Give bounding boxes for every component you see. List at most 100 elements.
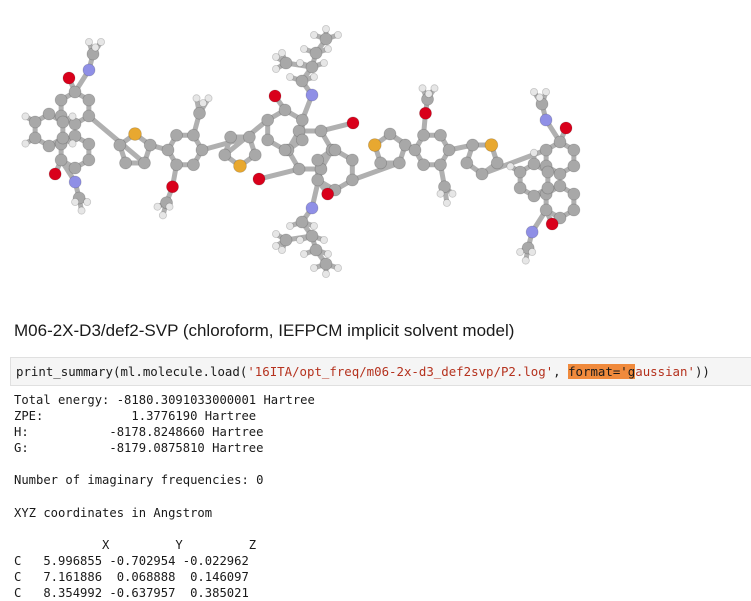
carbon-atom [568,160,580,172]
carbon-atom [554,168,566,180]
code-cell[interactable]: print_summary(ml.molecule.load('16ITA/op… [10,357,751,386]
carbon-atom [83,154,95,166]
output-blank [14,521,315,537]
code-molecule: molecule [143,364,203,379]
carbon-atom [171,129,183,141]
carbon-atom [528,190,540,202]
carbon-atom [320,258,332,270]
hydrogen-atom [310,264,317,271]
sulfur-atom [485,139,498,152]
hydrogen-atom [322,25,329,32]
output-xyz-header: X Y Z [14,537,315,553]
hydrogen-atom [334,264,341,271]
carbon-atom [279,104,291,116]
hydrogen-atom [200,99,207,106]
oxygen-atom [49,168,61,180]
carbon-atom [188,159,200,171]
carbon-atom [310,244,322,256]
code-comma: , [553,364,568,379]
hydrogen-atom [84,198,91,205]
carbon-atom [243,131,255,143]
hydrogen-atom [443,199,450,206]
hydrogen-atom [300,45,307,52]
molecule-3d-viewer[interactable] [0,0,751,295]
carbon-atom [279,144,291,156]
section-heading: M06-2X-D3/def2-SVP (chloroform, IEFPCM i… [14,321,514,341]
output-xyz-title: XYZ coordinates in Angstrom [14,505,315,521]
carbon-atom [280,234,292,246]
carbon-atom [568,204,580,216]
carbon-atom [29,132,41,144]
hydrogen-atom [310,73,317,80]
hydrogen-atom [542,88,549,95]
carbon-atom [188,129,200,141]
carbon-atom [83,138,95,150]
carbon-atom [540,204,552,216]
carbon-atom [280,57,292,69]
sulfur-atom [234,160,247,173]
hydrogen-atom [296,236,303,243]
oxygen-atom [546,218,558,230]
carbon-atom [435,159,447,171]
hydrogen-atom [425,90,432,97]
nitrogen-atom [526,226,538,238]
carbon-atom [568,144,580,156]
oxygen-atom [253,173,265,185]
hydrogen-atom [78,207,85,214]
hydrogen-atom [517,248,524,255]
carbon-atom [310,47,322,59]
hydrogen-atom [437,190,444,197]
carbon-atom [375,157,387,169]
carbon-atom [418,159,430,171]
hydrogen-atom [72,198,79,205]
carbon-atom [306,230,318,242]
carbon-atom [262,134,274,146]
carbon-atom [346,174,358,186]
carbon-atom [554,136,566,148]
carbon-atom [57,116,69,128]
oxygen-atom [269,90,281,102]
carbon-atom [83,110,95,122]
hydrogen-atom [324,45,331,52]
hydrogen-atom [85,38,92,45]
carbon-atom [69,86,81,98]
carbon-atom [393,157,405,169]
hydrogen-atom [92,44,99,51]
carbon-atom [296,75,308,87]
carbon-atom [43,140,55,152]
hydrogen-atom [69,113,76,120]
hydrogen-atom [419,85,426,92]
output-total-energy: Total energy: -8180.3091033000001 Hartre… [14,392,315,408]
hydrogen-atom [97,38,104,45]
oxygen-atom [322,188,334,200]
carbon-atom [476,168,488,180]
code-fn-print-summary: print_summary [16,364,113,379]
output-gibbs: G: -8179.0875810 Hartree [14,440,315,456]
xyz-row: C 5.996855 -0.702954 -0.022962 [14,553,315,569]
carbon-atom [443,144,455,156]
code-dot: . [203,364,210,379]
nitrogen-atom [306,202,318,214]
code-format-value: aussian' [635,364,695,379]
carbon-atom [296,114,308,126]
hydrogen-atom [272,65,279,72]
carbon-atom [528,158,540,170]
sulfur-atom [368,139,381,152]
carbon-atom [144,139,156,151]
oxygen-atom [167,181,179,193]
hydrogen-atom [320,236,327,243]
nitrogen-atom [306,89,318,101]
hydrogen-atom [522,257,529,264]
carbon-atom [29,116,41,128]
nitrogen-atom [83,64,95,76]
oxygen-atom [560,122,572,134]
sulfur-atom [129,128,142,141]
carbon-atom [542,166,554,178]
carbon-atom [219,149,231,161]
carbon-atom [293,163,305,175]
hydrogen-atom [530,88,537,95]
carbon-atom [514,182,526,194]
code-dot: . [135,364,142,379]
oxygen-atom [63,72,75,84]
carbon-atom [43,108,55,120]
